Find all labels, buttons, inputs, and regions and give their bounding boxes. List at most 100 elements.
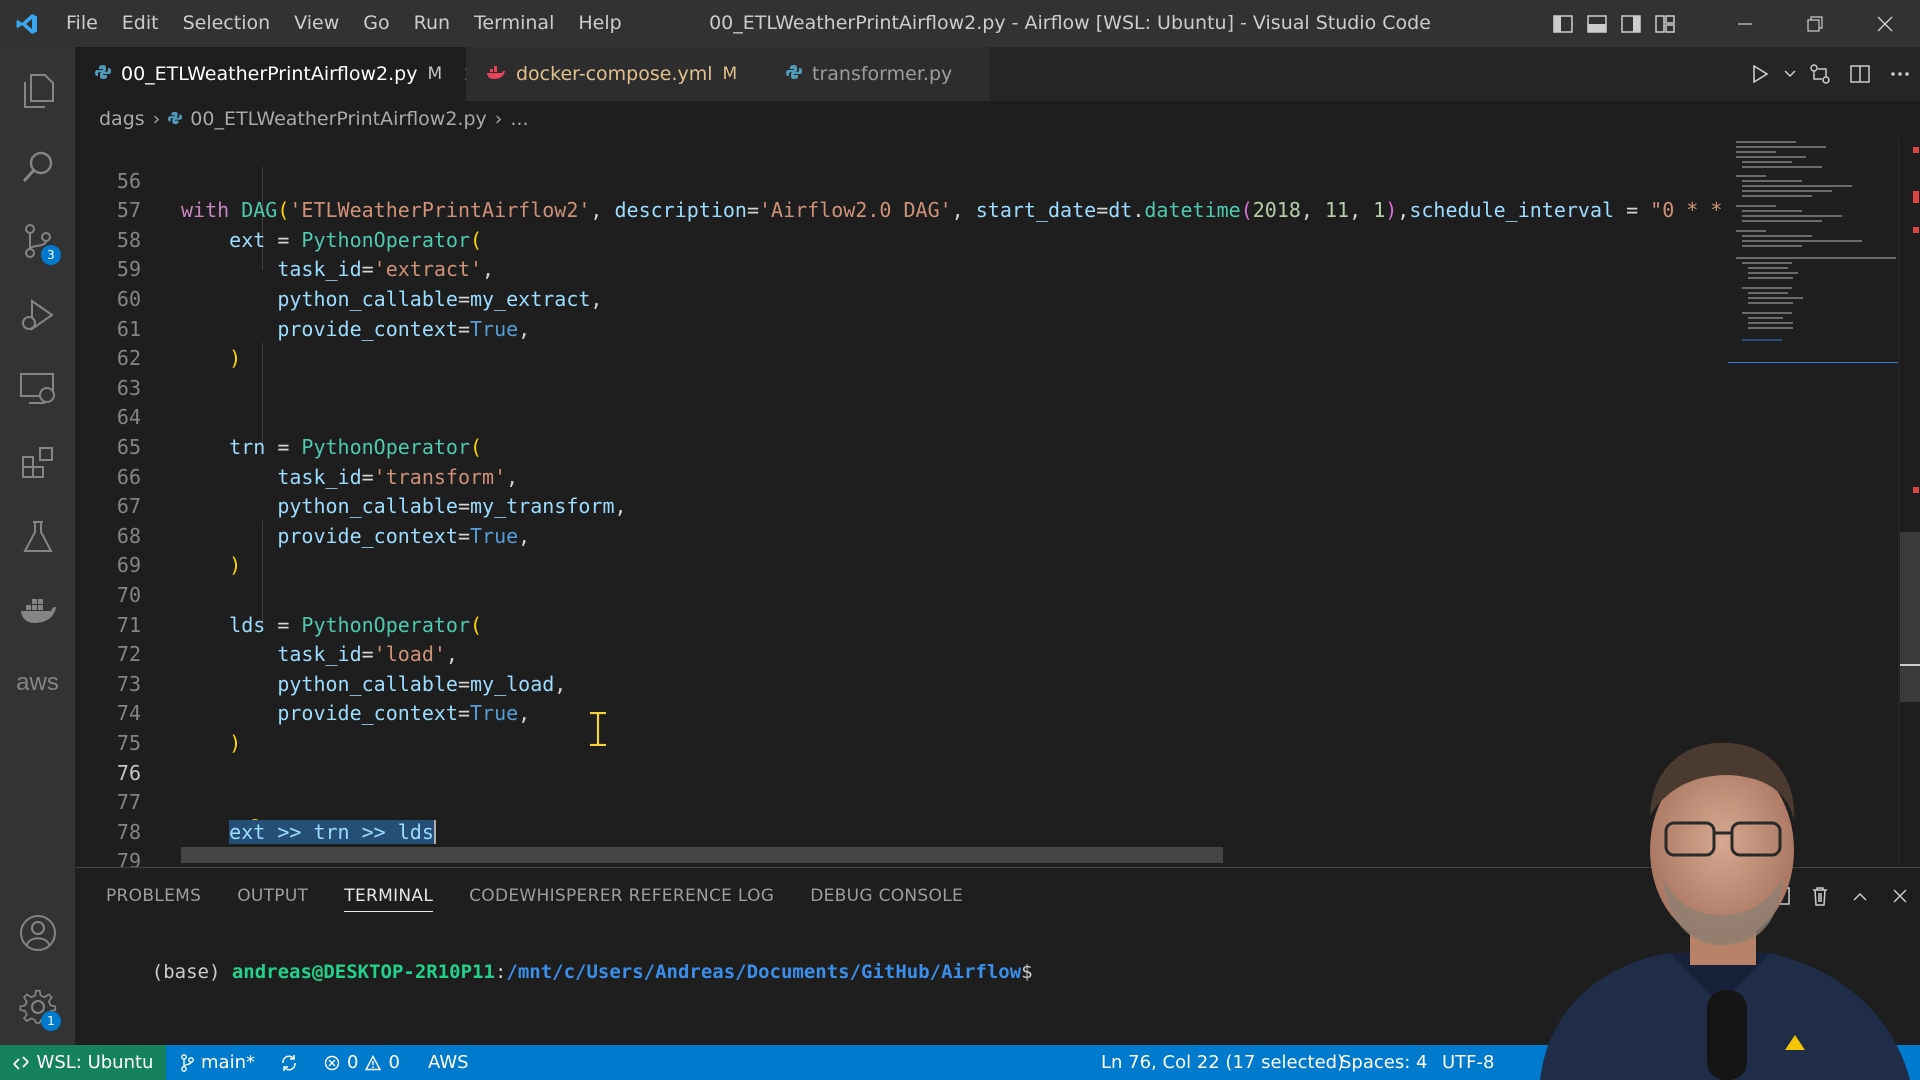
menu-help[interactable]: Help [566, 0, 633, 47]
webcam-overlay [1470, 705, 1920, 1080]
indentation[interactable]: Spaces: 4 [1340, 1045, 1427, 1080]
more-actions-icon[interactable] [1880, 47, 1920, 101]
code-line: 62 [116, 346, 141, 371]
testing-icon[interactable] [0, 501, 75, 573]
code-line: 70 lds = PythonOperator( [116, 582, 483, 637]
menu-terminal[interactable]: Terminal [462, 0, 566, 47]
run-file-icon[interactable] [1740, 47, 1780, 101]
menu-file[interactable]: File [54, 0, 110, 47]
presenter-video [1540, 742, 1910, 1080]
aws-toolkit-icon[interactable]: aws [0, 647, 75, 719]
docker-icon[interactable] [0, 575, 75, 647]
toggle-secondary-sidebar-icon[interactable] [1614, 0, 1648, 47]
settings-badge: 1 [41, 1011, 61, 1031]
code-line: 68 ) [116, 523, 242, 578]
problems-indicator[interactable]: 0 0 [324, 1045, 400, 1080]
code-line-current: 76 ext >> trn >> lds [75, 729, 1715, 844]
breadcrumb-folder[interactable]: dags [99, 108, 145, 130]
source-control-icon[interactable]: 3 [0, 205, 75, 277]
code-line: 59 python_callable=my_extract, [116, 257, 603, 311]
title-controls [1546, 0, 1920, 47]
branch-indicator[interactable]: main* [180, 1045, 255, 1080]
code-line: 63 [116, 375, 141, 400]
tab-problems[interactable]: PROBLEMS [75, 868, 219, 924]
chevron-right-icon: › [152, 108, 161, 130]
code-line: 61 ) [116, 316, 242, 371]
breadcrumb: dags › 00_ETLWeatherPrintAirflow2.py › .… [75, 101, 1920, 137]
aws-label: aws [16, 669, 59, 696]
code-line: 58 task_id='extract', [116, 227, 495, 282]
explorer-icon[interactable] [0, 55, 75, 127]
tab-docker-compose[interactable]: docker-compose.yml M [466, 47, 766, 101]
breadcrumb-file[interactable]: 00_ETLWeatherPrintAirflow2.py [190, 108, 487, 130]
code-line: 67 provide_context=True, [116, 494, 531, 548]
code-line: 64 trn = PythonOperator( [116, 405, 483, 459]
activity-bar: 3 aws 1 [0, 47, 75, 1045]
horizontal-scrollbar[interactable] [181, 847, 1223, 863]
tab-label: docker-compose.yml [516, 63, 713, 85]
terminal-prompt[interactable]: (base) andreas@DESKTOP-2R10P11:/mnt/c/Us… [106, 939, 1033, 1005]
open-changes-icon[interactable] [1800, 47, 1840, 101]
modified-indicator: M [427, 64, 443, 84]
breadcrumb-more[interactable]: ... [510, 108, 528, 130]
extensions-icon[interactable] [0, 427, 75, 499]
vscode-logo-icon [0, 0, 54, 47]
scm-badge: 3 [41, 245, 61, 265]
text-cursor-icon [587, 711, 609, 750]
code-line: 75 [116, 730, 141, 755]
code-line: 78 [116, 819, 141, 844]
search-icon[interactable] [0, 131, 75, 203]
code-line: 56 with DAG('ETLWeatherPrintAirflow2', d… [116, 168, 1723, 223]
code-line: 77 [116, 790, 141, 815]
tab-codewhisperer-log[interactable]: CODEWHISPERER REFERENCE LOG [451, 868, 792, 924]
menu-edit[interactable]: Edit [110, 0, 171, 47]
code-line: 69 [116, 553, 141, 578]
manage-gear-icon[interactable]: 1 [0, 971, 75, 1043]
tab-output[interactable]: OUTPUT [219, 868, 326, 924]
tab-debug-console[interactable]: DEBUG CONSOLE [792, 868, 981, 924]
panel-tabs: PROBLEMS OUTPUT TERMINAL CODEWHISPERER R… [75, 868, 981, 924]
chevron-right-icon: › [494, 108, 503, 130]
customize-layout-icon[interactable] [1648, 0, 1682, 47]
remote-icon [12, 1055, 29, 1070]
editor-tabs: 00_ETLWeatherPrintAirflow2.py M × docker… [75, 47, 1920, 101]
menu-bar: File Edit Selection View Go Run Terminal… [54, 0, 634, 47]
cursor-position[interactable]: Ln 76, Col 22 (17 selected) [1101, 1045, 1344, 1080]
accounts-icon[interactable] [0, 897, 75, 969]
sync-icon[interactable] [280, 1045, 298, 1080]
python-icon [168, 108, 183, 130]
tab-terminal[interactable]: TERMINAL [326, 868, 451, 924]
split-editor-icon[interactable] [1840, 47, 1880, 101]
toggle-primary-sidebar-icon[interactable] [1546, 0, 1580, 47]
docker-icon [486, 63, 506, 85]
python-icon [95, 63, 111, 85]
minimap[interactable] [1728, 137, 1898, 371]
run-debug-icon[interactable] [0, 279, 75, 351]
error-icon [324, 1055, 340, 1070]
git-branch-icon [181, 1053, 194, 1072]
terminal-user: andreas@DESKTOP-2R10P11 [231, 961, 495, 983]
remote-explorer-icon[interactable] [0, 353, 75, 425]
modified-indicator: M [722, 64, 738, 84]
minimize-button[interactable] [1710, 0, 1780, 47]
tab-label: transformer.py [812, 63, 953, 85]
run-dropdown-chevron-icon[interactable] [1780, 47, 1800, 101]
tab-etl-weather[interactable]: 00_ETLWeatherPrintAirflow2.py M × [75, 47, 481, 101]
tab-label: 00_ETLWeatherPrintAirflow2.py [121, 63, 418, 85]
close-window-button[interactable] [1850, 0, 1920, 47]
menu-run[interactable]: Run [402, 0, 462, 47]
code-line: 74 ) [116, 701, 242, 755]
code-line: 72 python_callable=my_load, [116, 642, 567, 696]
code-line: 65 task_id='transform', [116, 434, 519, 489]
code-line: 66 python_callable=my_transform, [116, 464, 627, 519]
toggle-panel-icon[interactable] [1580, 0, 1614, 47]
menu-go[interactable]: Go [351, 0, 401, 47]
tab-transformer[interactable]: transformer.py [766, 47, 989, 101]
remote-indicator[interactable]: WSL: Ubuntu [0, 1045, 166, 1080]
aws-status[interactable]: AWS [428, 1045, 469, 1080]
restore-button[interactable] [1780, 0, 1850, 47]
editor-actions [1740, 47, 1920, 101]
code-line: 57 ext = PythonOperator( [116, 198, 483, 252]
menu-view[interactable]: View [282, 0, 351, 47]
menu-selection[interactable]: Selection [171, 0, 283, 47]
